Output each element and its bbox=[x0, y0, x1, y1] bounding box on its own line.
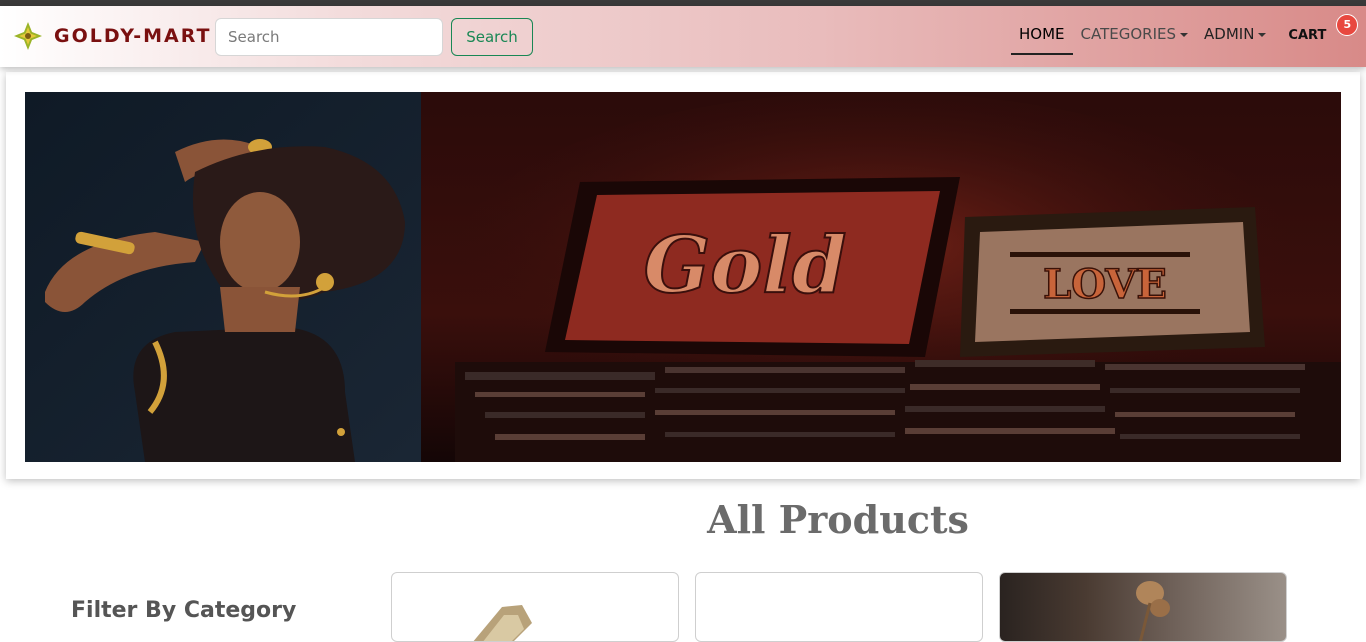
product-card[interactable] bbox=[391, 572, 679, 642]
love-sign-text: LOVE bbox=[1043, 261, 1167, 308]
nav-cart[interactable]: CART 5 bbox=[1280, 13, 1359, 43]
nav-links: HOME CATEGORIES ADMIN CART 5 bbox=[1011, 13, 1359, 55]
hero-banner-image: Gold LOVE bbox=[25, 92, 1341, 462]
nav-categories-label: CATEGORIES bbox=[1080, 25, 1177, 43]
nav-admin-label: ADMIN bbox=[1204, 25, 1255, 43]
gold-sign-text: Gold bbox=[644, 220, 847, 311]
hero-carousel: Gold LOVE bbox=[6, 72, 1360, 479]
love-sign: LOVE bbox=[960, 207, 1265, 357]
chevron-down-icon bbox=[1180, 32, 1189, 37]
product-card[interactable] bbox=[999, 572, 1287, 642]
search-input[interactable] bbox=[215, 18, 443, 56]
banner-artwork: Gold LOVE bbox=[25, 92, 1341, 462]
nav-home[interactable]: HOME bbox=[1011, 25, 1073, 55]
chevron-down-icon bbox=[1258, 32, 1267, 37]
product-card[interactable] bbox=[695, 572, 983, 642]
search-button[interactable]: Search bbox=[451, 18, 533, 56]
cart-count-badge: 5 bbox=[1336, 13, 1359, 36]
product-image bbox=[1136, 581, 1170, 641]
gold-sign: Gold bbox=[545, 177, 960, 357]
nav-categories-dropdown[interactable]: CATEGORIES bbox=[1073, 25, 1197, 43]
navbar: GOLDY-MART Search HOME CATEGORIES ADMIN … bbox=[0, 6, 1366, 67]
filter-by-category-title: Filter By Category bbox=[71, 598, 297, 623]
product-image bbox=[473, 605, 532, 641]
record-stack bbox=[455, 360, 1341, 462]
gold-leaf-icon bbox=[14, 22, 42, 50]
nav-admin-dropdown[interactable]: ADMIN bbox=[1196, 25, 1274, 43]
cart-label: CART bbox=[1288, 27, 1327, 43]
page-heading: All Products bbox=[707, 497, 969, 542]
brand[interactable]: GOLDY-MART bbox=[12, 20, 211, 52]
brand-name: GOLDY-MART bbox=[54, 25, 212, 47]
